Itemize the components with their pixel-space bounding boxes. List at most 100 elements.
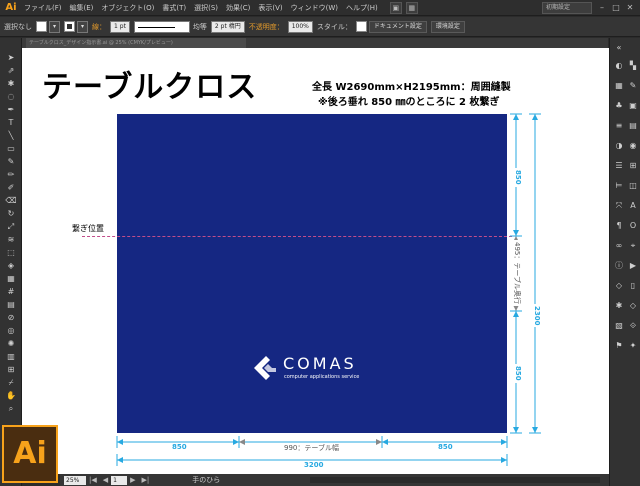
stroke-swatch[interactable] bbox=[64, 21, 76, 32]
brush-dropdown[interactable]: 2 pt 楕円 bbox=[210, 20, 245, 33]
transparency-panel-icon[interactable]: ◑ bbox=[613, 140, 625, 152]
opentype-panel-icon[interactable]: O bbox=[627, 220, 639, 232]
actions-panel-icon[interactable]: ▶ bbox=[627, 260, 639, 272]
maximize-icon[interactable]: □ bbox=[610, 2, 622, 14]
stroke-panel-icon[interactable]: ≡ bbox=[613, 120, 625, 132]
menu-edit[interactable]: 編集(E) bbox=[66, 3, 98, 13]
info-panel-icon[interactable]: ⓘ bbox=[613, 260, 625, 272]
hand-tool-icon[interactable]: ✋ bbox=[4, 390, 18, 401]
shape-builder-tool-icon[interactable]: ◈ bbox=[4, 260, 18, 271]
symbol-sprayer-tool-icon[interactable]: ✺ bbox=[4, 338, 18, 349]
pencil-tool-icon[interactable]: ✏ bbox=[4, 169, 18, 180]
blob-brush-tool-icon[interactable]: ✐ bbox=[4, 182, 18, 193]
prev-artboard-icon[interactable]: ◀ bbox=[103, 476, 108, 484]
attributes-panel-icon[interactable]: ◇ bbox=[613, 280, 625, 292]
menu-window[interactable]: ウィンドウ(W) bbox=[287, 3, 342, 13]
links-panel-icon[interactable]: ∞ bbox=[613, 240, 625, 252]
workspace-switcher[interactable]: 初期設定 bbox=[542, 2, 592, 14]
horizontal-scrollbar[interactable] bbox=[310, 477, 600, 483]
current-tool-status[interactable]: 手のひら bbox=[192, 475, 220, 485]
next-artboard-icon[interactable]: ▶ bbox=[130, 476, 135, 484]
artboard-canvas[interactable]: テーブルクロス 全長 W2690mm×H2195mm：周囲縫製 ※後ろ垂れ 85… bbox=[22, 48, 609, 474]
fill-dropdown-icon[interactable]: ▾ bbox=[49, 20, 61, 33]
artboard-number-field[interactable]: 1 bbox=[111, 475, 128, 485]
direct-selection-tool-icon[interactable]: ⇗ bbox=[4, 65, 18, 76]
menu-object[interactable]: オブジェクト(O) bbox=[97, 3, 158, 13]
rotate-tool-icon[interactable]: ↻ bbox=[4, 208, 18, 219]
magic-wand-panel-icon[interactable]: ✱ bbox=[613, 300, 625, 312]
slice-tool-icon[interactable]: ⌿ bbox=[4, 377, 18, 388]
opacity-field[interactable]: 100% bbox=[287, 20, 313, 33]
dim-bottom-right: 850 bbox=[436, 443, 455, 451]
zoom-tool-icon[interactable]: ⌕ bbox=[4, 403, 18, 414]
free-transform-tool-icon[interactable]: ⬚ bbox=[4, 247, 18, 258]
stroke-weight-field[interactable]: 1 pt bbox=[110, 20, 130, 33]
separations-panel-icon[interactable]: ▧ bbox=[613, 320, 625, 332]
perspective-grid-tool-icon[interactable]: ▦ bbox=[4, 273, 18, 284]
zoom-field[interactable]: 25% bbox=[64, 475, 86, 485]
svg-interactivity-icon[interactable]: ⟐ bbox=[627, 320, 639, 332]
menu-type[interactable]: 書式(T) bbox=[158, 3, 190, 13]
color-panel-icon[interactable]: ◐ bbox=[613, 60, 625, 72]
eraser-tool-icon[interactable]: ⌫ bbox=[4, 195, 18, 206]
selection-tool-icon[interactable]: ➤ bbox=[4, 52, 18, 63]
gradient-tool-icon[interactable]: ▤ bbox=[4, 299, 18, 310]
pathfinder-panel-icon[interactable]: ◫ bbox=[627, 180, 639, 192]
transform-panel-icon[interactable]: ⤧ bbox=[613, 200, 625, 212]
align-panel-icon[interactable]: ⊨ bbox=[613, 180, 625, 192]
document-setup-button[interactable]: ドキュメント設定 bbox=[368, 20, 427, 33]
menu-effect[interactable]: 効果(C) bbox=[222, 3, 254, 13]
preferences-button[interactable]: 環境設定 bbox=[430, 20, 465, 33]
line-tool-icon[interactable]: ╲ bbox=[4, 130, 18, 141]
fill-swatch[interactable] bbox=[36, 21, 47, 32]
appearance-panel-icon[interactable]: ◉ bbox=[627, 140, 639, 152]
lasso-tool-icon[interactable]: ◌ bbox=[4, 91, 18, 102]
flattener-preview-icon[interactable]: ◇ bbox=[627, 300, 639, 312]
arrange-documents-icon[interactable]: ▦ bbox=[405, 1, 418, 14]
last-artboard-icon[interactable]: ▶| bbox=[142, 476, 150, 484]
paintbrush-tool-icon[interactable]: ✎ bbox=[4, 156, 18, 167]
warp-tool-icon[interactable]: ≋ bbox=[4, 234, 18, 245]
menu-select[interactable]: 選択(S) bbox=[190, 3, 222, 13]
menu-help[interactable]: ヘルプ(H) bbox=[342, 3, 382, 13]
eyedropper-tool-icon[interactable]: ⊘ bbox=[4, 312, 18, 323]
symbols-panel-icon[interactable]: ♣ bbox=[613, 100, 625, 112]
artboards-panel-icon[interactable]: ⊞ bbox=[627, 160, 639, 172]
mesh-tool-icon[interactable]: # bbox=[4, 286, 18, 297]
first-artboard-icon[interactable]: |◀ bbox=[89, 476, 97, 484]
graph-tool-icon[interactable]: ▥ bbox=[4, 351, 18, 362]
dim-bottom-total: 3200 bbox=[302, 461, 326, 469]
stroke-profile-preview[interactable] bbox=[133, 20, 190, 33]
stroke-dropdown-icon[interactable]: ▾ bbox=[77, 20, 89, 33]
menu-view[interactable]: 表示(V) bbox=[254, 3, 286, 13]
document-info-icon[interactable]: ▯ bbox=[627, 280, 639, 292]
character-panel-icon[interactable]: A bbox=[627, 200, 639, 212]
rectangle-tool-icon[interactable]: ▭ bbox=[4, 143, 18, 154]
swatches-panel-icon[interactable]: ▦ bbox=[613, 80, 625, 92]
style-swatch[interactable] bbox=[355, 21, 367, 32]
type-tool-icon[interactable]: T bbox=[4, 117, 18, 128]
close-icon[interactable]: ✕ bbox=[624, 2, 636, 14]
blend-tool-icon[interactable]: ◎ bbox=[4, 325, 18, 336]
variables-panel-icon[interactable]: ⚑ bbox=[613, 340, 625, 352]
artboard-tool-icon[interactable]: ⊞ bbox=[4, 364, 18, 375]
pen-tool-icon[interactable]: ✒ bbox=[4, 104, 18, 115]
gradient-panel-icon[interactable]: ▤ bbox=[627, 120, 639, 132]
opacity-label[interactable]: 不透明度： bbox=[249, 22, 284, 32]
layers-panel-icon[interactable]: ☰ bbox=[613, 160, 625, 172]
minimize-icon[interactable]: – bbox=[596, 2, 608, 14]
menu-file[interactable]: ファイル(F) bbox=[20, 3, 66, 13]
panel-collapse-icon[interactable]: « bbox=[613, 42, 625, 54]
magic-wand-tool-icon[interactable]: ✱ bbox=[4, 78, 18, 89]
tracing-panel-icon[interactable]: ✦ bbox=[627, 340, 639, 352]
paragraph-panel-icon[interactable]: ¶ bbox=[613, 220, 625, 232]
color-guide-icon[interactable]: ▚ bbox=[627, 60, 639, 72]
document-tab[interactable]: テーブルクロス_デザイン指示書.ai @ 25% (CMYK/プレビュー) bbox=[26, 38, 246, 48]
bridge-icon[interactable]: ▣ bbox=[389, 1, 402, 14]
scale-tool-icon[interactable]: ⤢ bbox=[4, 221, 18, 232]
navigator-panel-icon[interactable]: ⌖ bbox=[627, 240, 639, 252]
graphic-styles-icon[interactable]: ▣ bbox=[627, 100, 639, 112]
stroke-label[interactable]: 線： bbox=[92, 22, 106, 32]
status-bar: 25% |◀ ◀ 1 ▶ ▶| 手のひら bbox=[60, 474, 609, 486]
brushes-panel-icon[interactable]: ✎ bbox=[627, 80, 639, 92]
